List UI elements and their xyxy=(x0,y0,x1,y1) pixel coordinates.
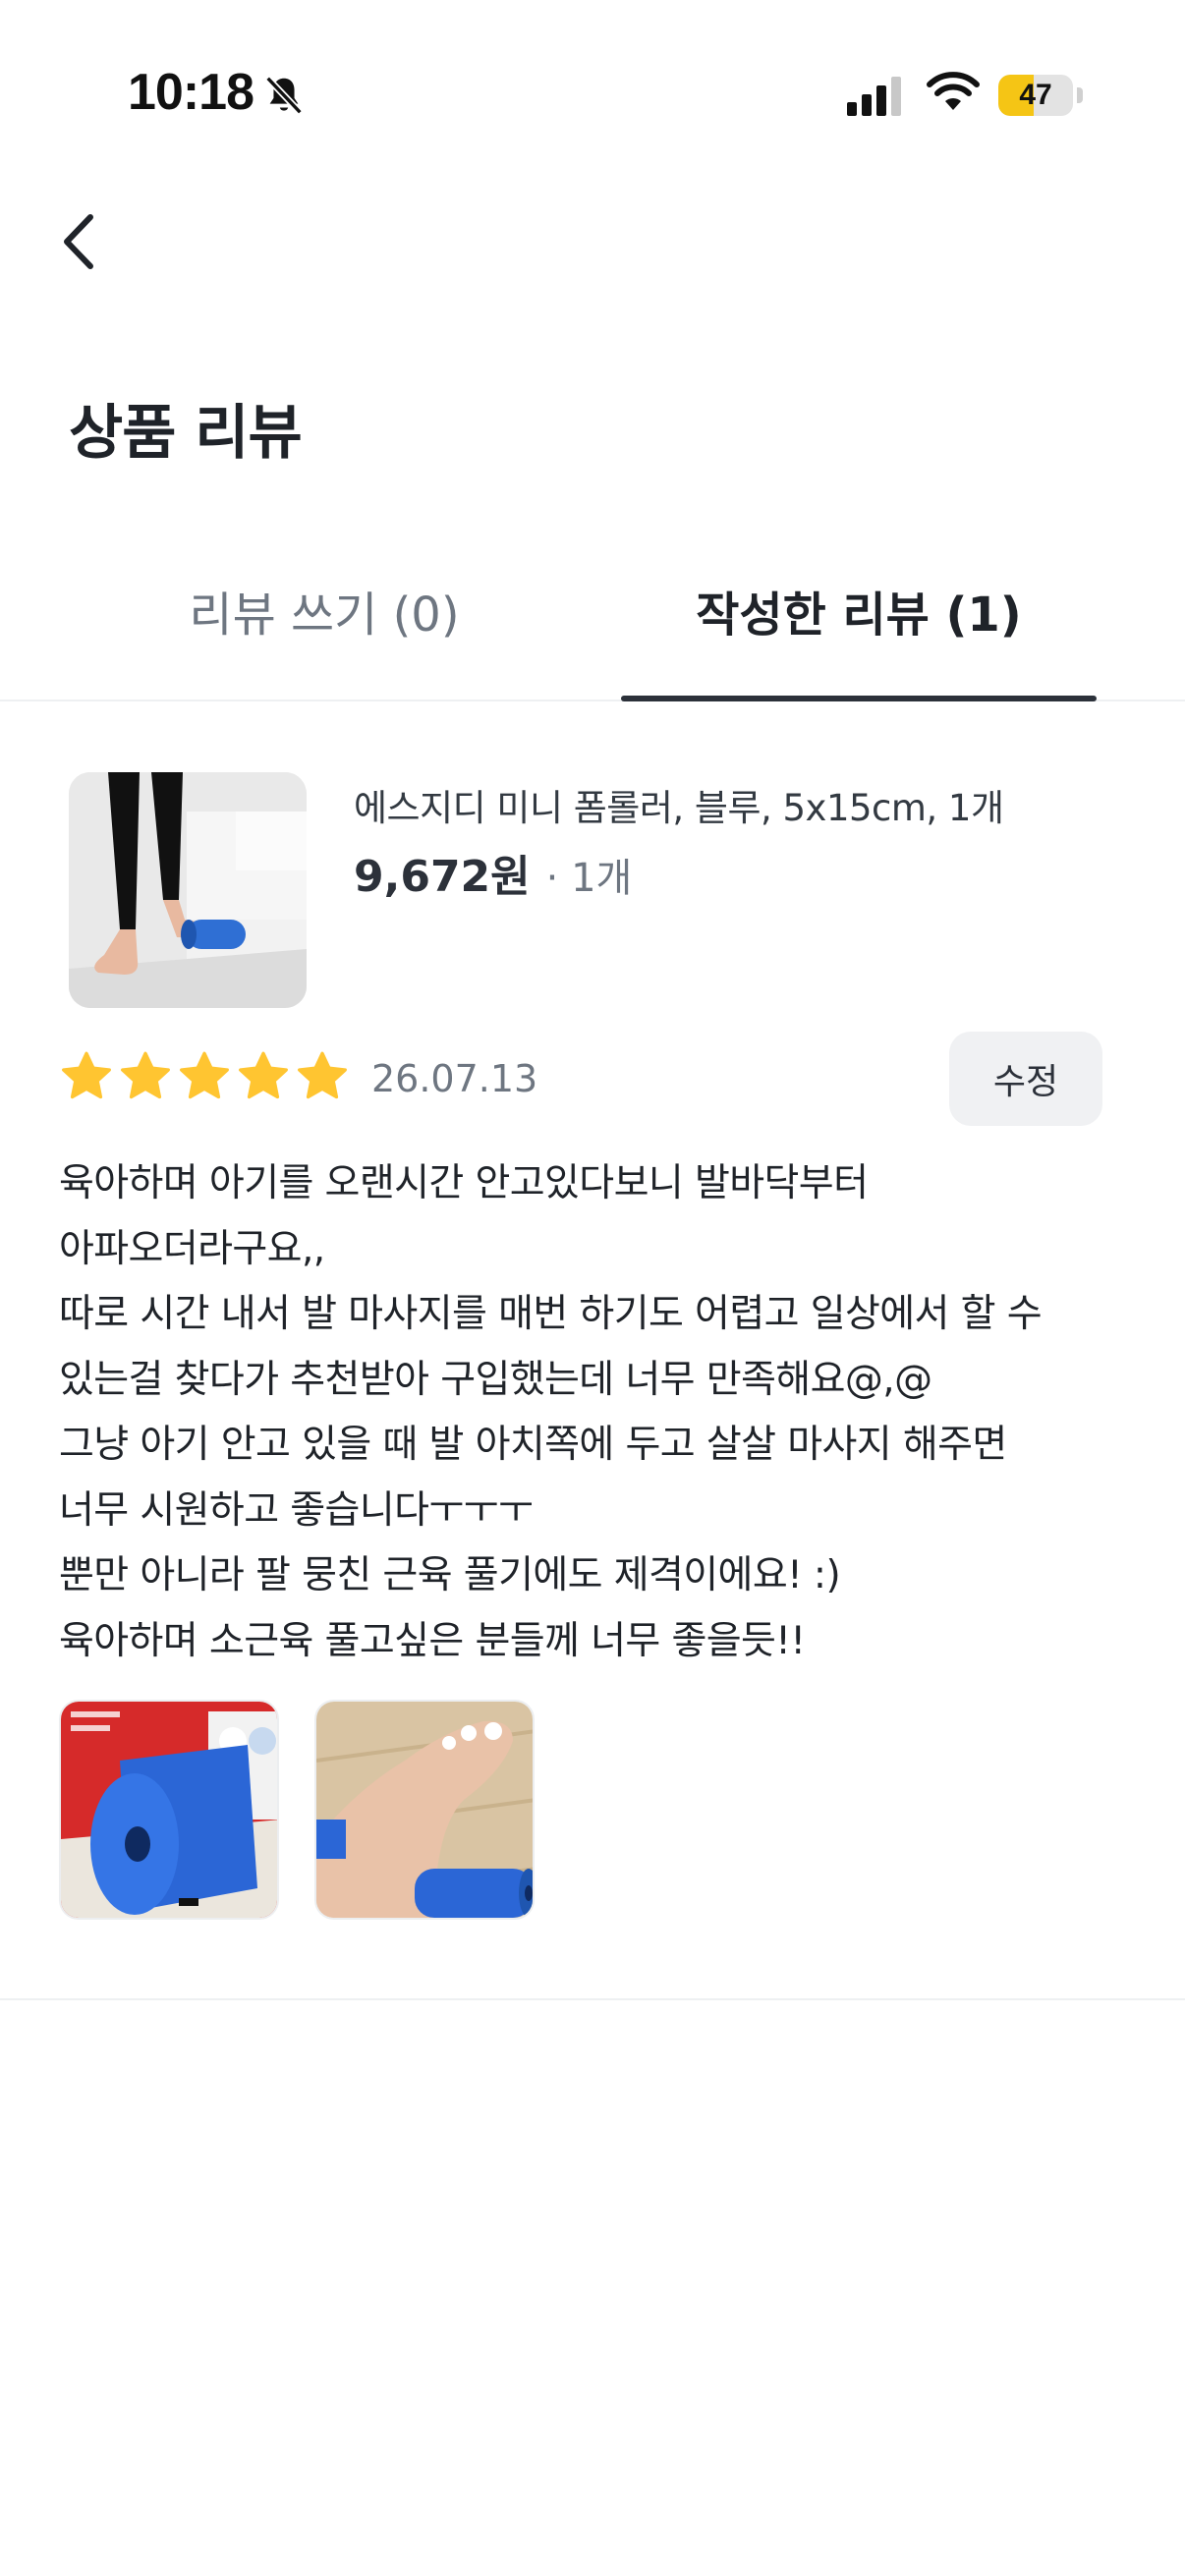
bell-slash-icon xyxy=(265,76,303,115)
battery-level: 47 xyxy=(1019,79,1052,111)
star-rating xyxy=(59,1049,350,1104)
foot-on-roller-photo xyxy=(316,1702,533,1918)
active-tab-indicator xyxy=(621,696,1097,701)
review-photo-1[interactable] xyxy=(59,1700,279,1920)
edit-button[interactable]: 수정 xyxy=(949,1032,1102,1126)
product-quantity: · 1개 xyxy=(545,856,633,901)
star-icon xyxy=(239,1051,288,1099)
chevron-left-icon xyxy=(64,214,93,269)
product-image xyxy=(69,772,307,1008)
star-icon xyxy=(62,1051,111,1099)
page-title: 상품 리뷰 xyxy=(69,399,303,468)
review-page: 10:18 47 상품 리뷰 리뷰 쓰기 (0) 작성한 리뷰 (1) 에스지디… xyxy=(0,0,1185,2576)
review-text: 육아하며 아기를 오랜시간 안고있다보니 발바닥부터아파오더라구요,, 따로 시간… xyxy=(59,1151,1140,1674)
review-photo-2[interactable] xyxy=(314,1700,535,1920)
star-icon xyxy=(298,1051,347,1099)
product-thumbnail[interactable] xyxy=(69,772,307,1008)
back-button[interactable] xyxy=(49,206,108,277)
review-date: 26.07.13 xyxy=(371,1057,538,1100)
product-name: 에스지디 미니 폼롤러, 블루, 5x15cm, 1개 xyxy=(354,787,1004,829)
star-icon xyxy=(121,1051,170,1099)
tab-write-review[interactable]: 리뷰 쓰기 (0) xyxy=(98,550,550,700)
review-text-line: 아파오더라구요,, xyxy=(59,1226,325,1271)
review-text-line: 너무 시원하고 좋습니다ㅜㅜㅜ xyxy=(59,1487,534,1533)
foam-roller-photo xyxy=(61,1702,277,1918)
section-divider xyxy=(0,1998,1185,2000)
review-text-line: 있는걸 찾다가 추천받아 구입했는데 너무 만족해요@,@ xyxy=(59,1357,932,1402)
review-text-line: 그냥 아기 안고 있을 때 발 아치쪽에 두고 살살 마사지 해주면 xyxy=(59,1423,1007,1467)
review-text-line: 뿐만 아니라 팔 뭉친 근육 풀기에도 제격이에요! :) xyxy=(59,1553,841,1597)
price-row: 9,672원 · 1개 xyxy=(354,841,632,904)
star-icon xyxy=(180,1051,229,1099)
wifi-icon xyxy=(927,72,980,110)
tab-written-reviews[interactable]: 작성한 리뷰 (1) xyxy=(621,550,1097,700)
cellular-signal-icon xyxy=(847,77,901,116)
review-text-line: 육아하며 소근육 풀고싶은 분들께 너무 좋을듯!! xyxy=(59,1618,806,1663)
product-price: 9,672원 xyxy=(354,852,531,902)
review-text-line: 따로 시간 내서 발 마사지를 매번 하기도 어렵고 일상에서 할 수 xyxy=(59,1292,1043,1336)
status-bar: 10:18 47 xyxy=(0,0,1185,187)
status-time: 10:18 xyxy=(128,64,254,121)
review-text-line: 육아하며 아기를 오랜시간 안고있다보니 발바닥부터 xyxy=(59,1161,869,1205)
battery-icon: 47 xyxy=(998,75,1083,116)
review-tabs: 리뷰 쓰기 (0) 작성한 리뷰 (1) xyxy=(0,550,1185,701)
